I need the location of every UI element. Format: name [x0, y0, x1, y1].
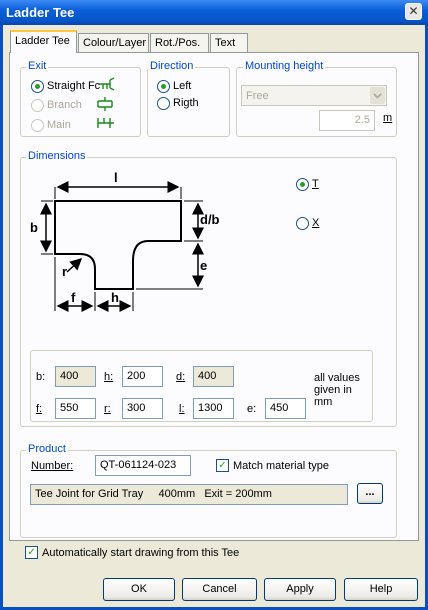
window-title: Ladder Tee	[6, 5, 75, 20]
tab-text[interactable]: Text	[210, 33, 248, 52]
tab-ladder-tee[interactable]: Ladder Tee	[10, 30, 77, 53]
shape-t-radio[interactable]	[296, 178, 309, 191]
auto-start-checkbox[interactable]: ✓	[25, 546, 38, 559]
dim-b-label: b	[30, 220, 38, 235]
product-description-field[interactable]: Tee Joint for Grid Tray 400mm Exit = 200…	[30, 484, 348, 505]
tee-dimension-drawing: l b d/b e r f h	[30, 170, 220, 312]
mounting-height-group-label: Mounting height	[243, 60, 326, 72]
l-value-field[interactable]: 1300	[193, 398, 234, 419]
exit-main-radio[interactable]	[31, 119, 44, 132]
auto-start-label: Automatically start drawing from this Te…	[42, 547, 240, 559]
close-icon[interactable]: ✕	[405, 3, 422, 20]
product-group-label: Product	[26, 443, 68, 455]
e-value-field[interactable]: 450	[265, 398, 306, 419]
browse-product-button[interactable]: ...	[357, 483, 383, 504]
r-value-label: r:	[104, 403, 111, 415]
direction-left-radio[interactable]	[157, 80, 170, 93]
exit-main-label: Main	[47, 119, 71, 131]
d-value-field[interactable]: 400	[193, 366, 234, 387]
product-number-field[interactable]: QT-061124-023	[95, 455, 191, 476]
ok-button[interactable]: OK	[103, 578, 175, 601]
tab-label: Rot./Pos.	[155, 37, 201, 49]
l-value-label: l:	[179, 403, 185, 415]
product-number-label: Number:	[31, 460, 74, 472]
mounting-height-unit: m	[383, 112, 393, 124]
direction-right-label: Rigth	[173, 97, 199, 109]
help-button[interactable]: Help	[344, 578, 418, 601]
exit-straight-radio[interactable]	[31, 80, 44, 93]
f-value-label: f:	[36, 403, 43, 415]
direction-right-radio[interactable]	[157, 97, 170, 110]
units-note: all values given in mm	[314, 372, 360, 408]
b-value-label: b:	[36, 371, 46, 383]
exit-group-label: Exit	[26, 60, 49, 72]
match-material-checkbox[interactable]: ✓	[216, 459, 229, 472]
exit-branch-radio[interactable]	[31, 99, 44, 112]
b-value-field[interactable]: 400	[55, 366, 96, 387]
main-exit-icon	[97, 118, 114, 128]
tab-label: Colour/Layer	[83, 37, 146, 49]
match-material-label: Match material type	[233, 460, 329, 472]
shape-x-radio[interactable]	[296, 217, 309, 230]
tab-label: Ladder Tee	[15, 35, 70, 47]
h-value-label: h:	[104, 371, 114, 383]
shape-x-label: X	[312, 217, 320, 229]
dimensions-group-label: Dimensions	[26, 150, 88, 162]
h-value-field[interactable]: 200	[122, 366, 163, 387]
exit-straight-label: Straight Fc	[47, 80, 101, 92]
tab-colour-layer[interactable]: Colour/Layer	[78, 33, 149, 52]
mounting-height-input[interactable]: 2.5	[319, 110, 375, 131]
dim-f-label: f	[71, 290, 76, 305]
dim-h-label: h	[111, 290, 119, 305]
cancel-button[interactable]: Cancel	[182, 578, 257, 601]
mounting-height-select-value: Free	[246, 90, 269, 102]
title-bar: Ladder Tee ✕	[0, 0, 428, 25]
straight-exit-icon	[98, 77, 115, 91]
dim-r-label: r	[62, 264, 67, 279]
dim-db-label: d/b	[200, 212, 220, 227]
shape-t-label: T	[312, 178, 319, 190]
exit-branch-label: Branch	[47, 99, 82, 111]
f-value-field[interactable]: 550	[55, 398, 96, 419]
tab-label: Text	[215, 37, 236, 49]
direction-group-label: Direction	[148, 60, 196, 72]
r-value-field[interactable]: 300	[122, 398, 163, 419]
dim-l-label: l	[114, 170, 118, 185]
mounting-height-select[interactable]: Free	[241, 85, 387, 106]
apply-button[interactable]: Apply	[264, 578, 336, 601]
d-value-label: d:	[176, 371, 186, 383]
e-value-label: e:	[247, 403, 257, 415]
direction-left-label: Left	[173, 80, 192, 92]
dim-e-label: e	[200, 258, 207, 273]
branch-exit-icon	[97, 97, 113, 111]
chevron-down-icon[interactable]	[370, 87, 385, 104]
tab-rot-pos[interactable]: Rot./Pos.	[150, 33, 209, 52]
